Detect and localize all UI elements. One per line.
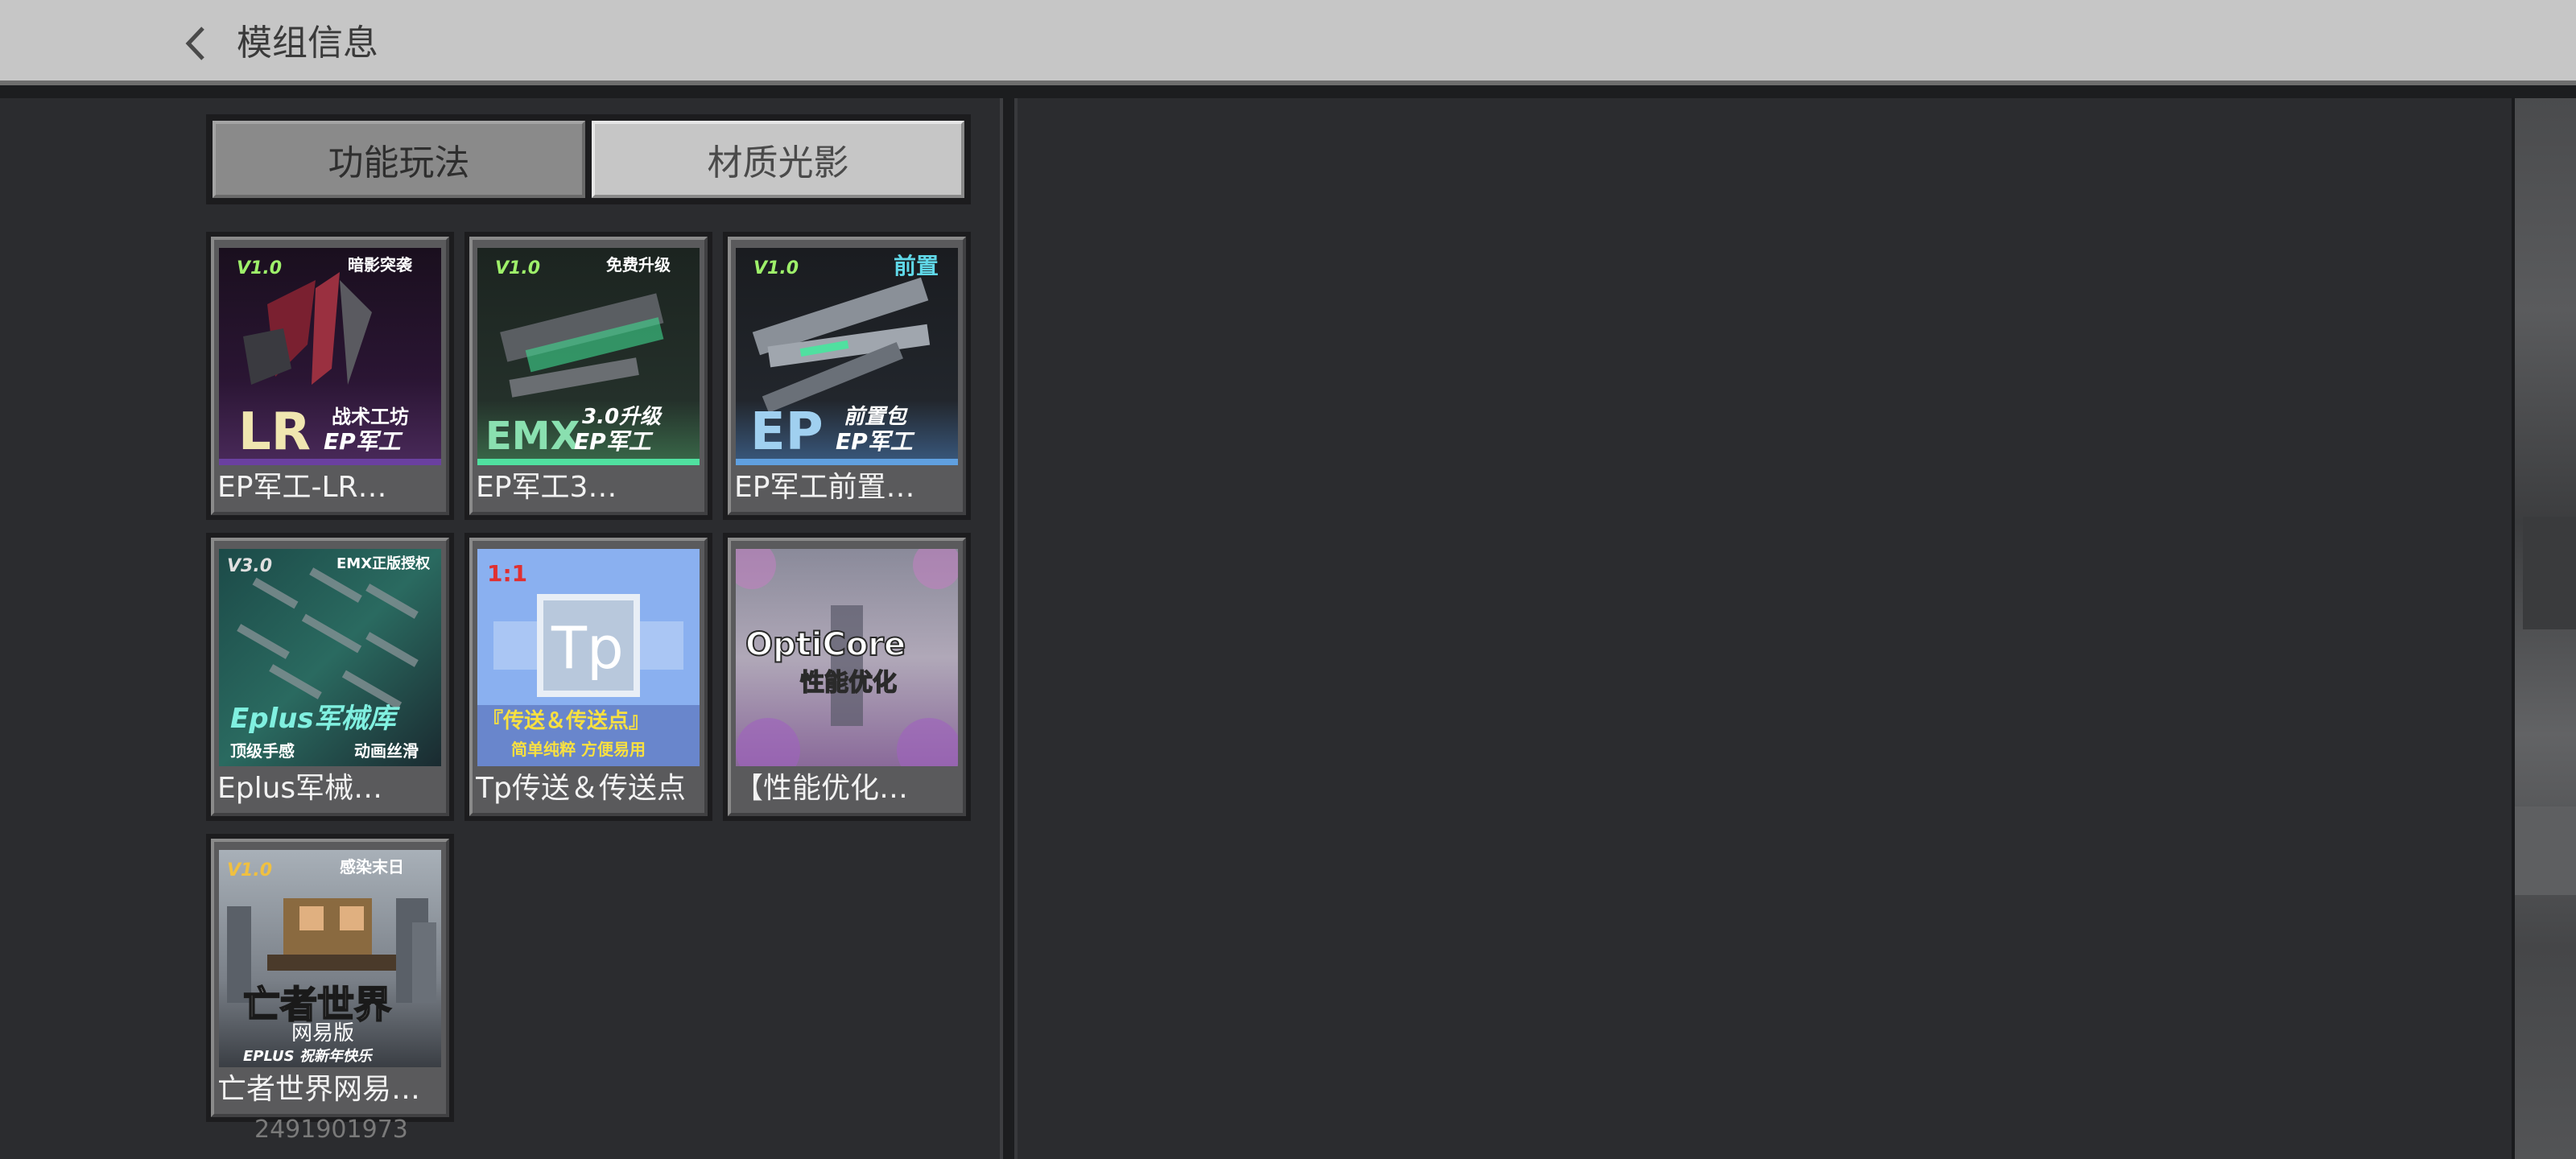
mod-thumbnail: V3.0 EMX正版授权 Eplus军械库 顶级手感 动画丝滑 [219,549,441,766]
back-button[interactable] [184,18,208,69]
mod-card-title: Tp传送＆传送点 [476,772,686,805]
mod-thumbnail: OptiCore 性能优化 [736,549,958,766]
svg-text:V3.0: V3.0 [227,556,272,576]
svg-text:EP军工: EP军工 [574,428,654,455]
mod-card-title: EP军工-LR… [217,471,387,504]
svg-text:EP军工: EP军工 [324,428,403,455]
mod-card[interactable]: OptiCore 性能优化 【性能优化… [723,533,971,821]
mod-card-title: Eplus军械… [217,772,383,805]
svg-text:V1.0: V1.0 [227,860,272,881]
svg-text:Eplus军械库: Eplus军械库 [230,703,401,735]
mod-thumbnail: V1.0 免费升级 EMX 3.0升级 EP军工 [477,248,700,465]
svg-text:感染末日: 感染末日 [340,857,404,876]
svg-text:动画丝滑: 动画丝滑 [354,741,419,761]
svg-text:网易版: 网易版 [291,1021,354,1046]
page-title: 模组信息 [237,23,378,64]
svg-text:V1.0: V1.0 [237,258,282,278]
svg-text:EP军工: EP军工 [836,428,915,455]
mod-card-title: EP军工3… [476,471,617,504]
header-shadow [0,85,2576,98]
svg-text:前置: 前置 [894,253,939,279]
chevron-left-icon [185,27,204,60]
mod-card[interactable]: V1.0 感染末日 亡者世界 网易版 EPLUS 祝新年快乐 亡者世界网易… [206,834,454,1122]
tab-textures-shaders[interactable]: 材质光影 [592,121,964,198]
mod-card[interactable]: V1.0 免费升级 EMX 3.0升级 EP军工 EP军工3… [464,232,712,520]
mod-thumbnail: V1.0 暗影突袭 LR 战术工坊 EP军工 [219,248,441,465]
svg-text:EPLUS 祝新年快乐: EPLUS 祝新年快乐 [243,1048,374,1065]
mod-detail-panel [1014,98,2512,1159]
svg-text:『传送＆传送点』: 『传送＆传送点』 [482,708,650,733]
svg-text:性能优化: 性能优化 [800,669,897,697]
mod-card-title: 亡者世界网易… [217,1073,421,1106]
svg-text:战术工坊: 战术工坊 [332,406,409,428]
svg-text:1:1: 1:1 [487,560,527,587]
mod-card[interactable]: V3.0 EMX正版授权 Eplus军械库 顶级手感 动画丝滑 Eplus军械… [206,533,454,821]
panel-divider [1000,98,1014,1159]
mod-thumbnail: V1.0 前置 EP 前置包 EP军工 [736,248,958,465]
top-bar: 模组信息 [0,0,2576,85]
svg-text:简单纯粹 方便易用: 简单纯粹 方便易用 [511,740,646,759]
svg-text:EMX: EMX [485,414,580,459]
mod-thumbnail: V1.0 感染末日 亡者世界 网易版 EPLUS 祝新年快乐 [219,850,441,1067]
mod-card[interactable]: Tp 1:1 『传送＆传送点』 简单纯粹 方便易用 Tp传送＆传送点 [464,533,712,821]
svg-text:EMX正版授权: EMX正版授权 [336,555,431,572]
category-tabs: 功能玩法 材质光影 [206,114,971,204]
mod-card-title: 【性能优化… [734,772,909,805]
svg-text:V1.0: V1.0 [495,258,540,278]
svg-text:V1.0: V1.0 [753,258,799,278]
svg-text:Tp: Tp [551,614,624,682]
svg-text:暗影突袭: 暗影突袭 [348,255,413,274]
background-scene [2512,98,2576,1159]
mod-card[interactable]: V1.0 暗影突袭 LR 战术工坊 EP军工 EP军工-LR… [206,232,454,520]
mod-card-title: EP军工前置… [734,471,915,504]
svg-text:LR: LR [238,402,311,462]
mod-card[interactable]: V1.0 前置 EP 前置包 EP军工 EP军工前置… [723,232,971,520]
tab-gameplay[interactable]: 功能玩法 [213,121,585,198]
svg-text:OptiCore: OptiCore [745,626,906,663]
svg-text:顶级手感: 顶级手感 [230,741,295,761]
svg-text:亡者世界: 亡者世界 [243,983,391,1026]
svg-text:EP: EP [750,402,824,462]
mod-thumbnail: Tp 1:1 『传送＆传送点』 简单纯粹 方便易用 [477,549,700,766]
user-id: 2491901973 [254,1116,408,1144]
svg-text:免费升级: 免费升级 [606,255,671,274]
svg-text:3.0升级: 3.0升级 [582,405,663,429]
svg-text:前置包: 前置包 [844,405,908,429]
